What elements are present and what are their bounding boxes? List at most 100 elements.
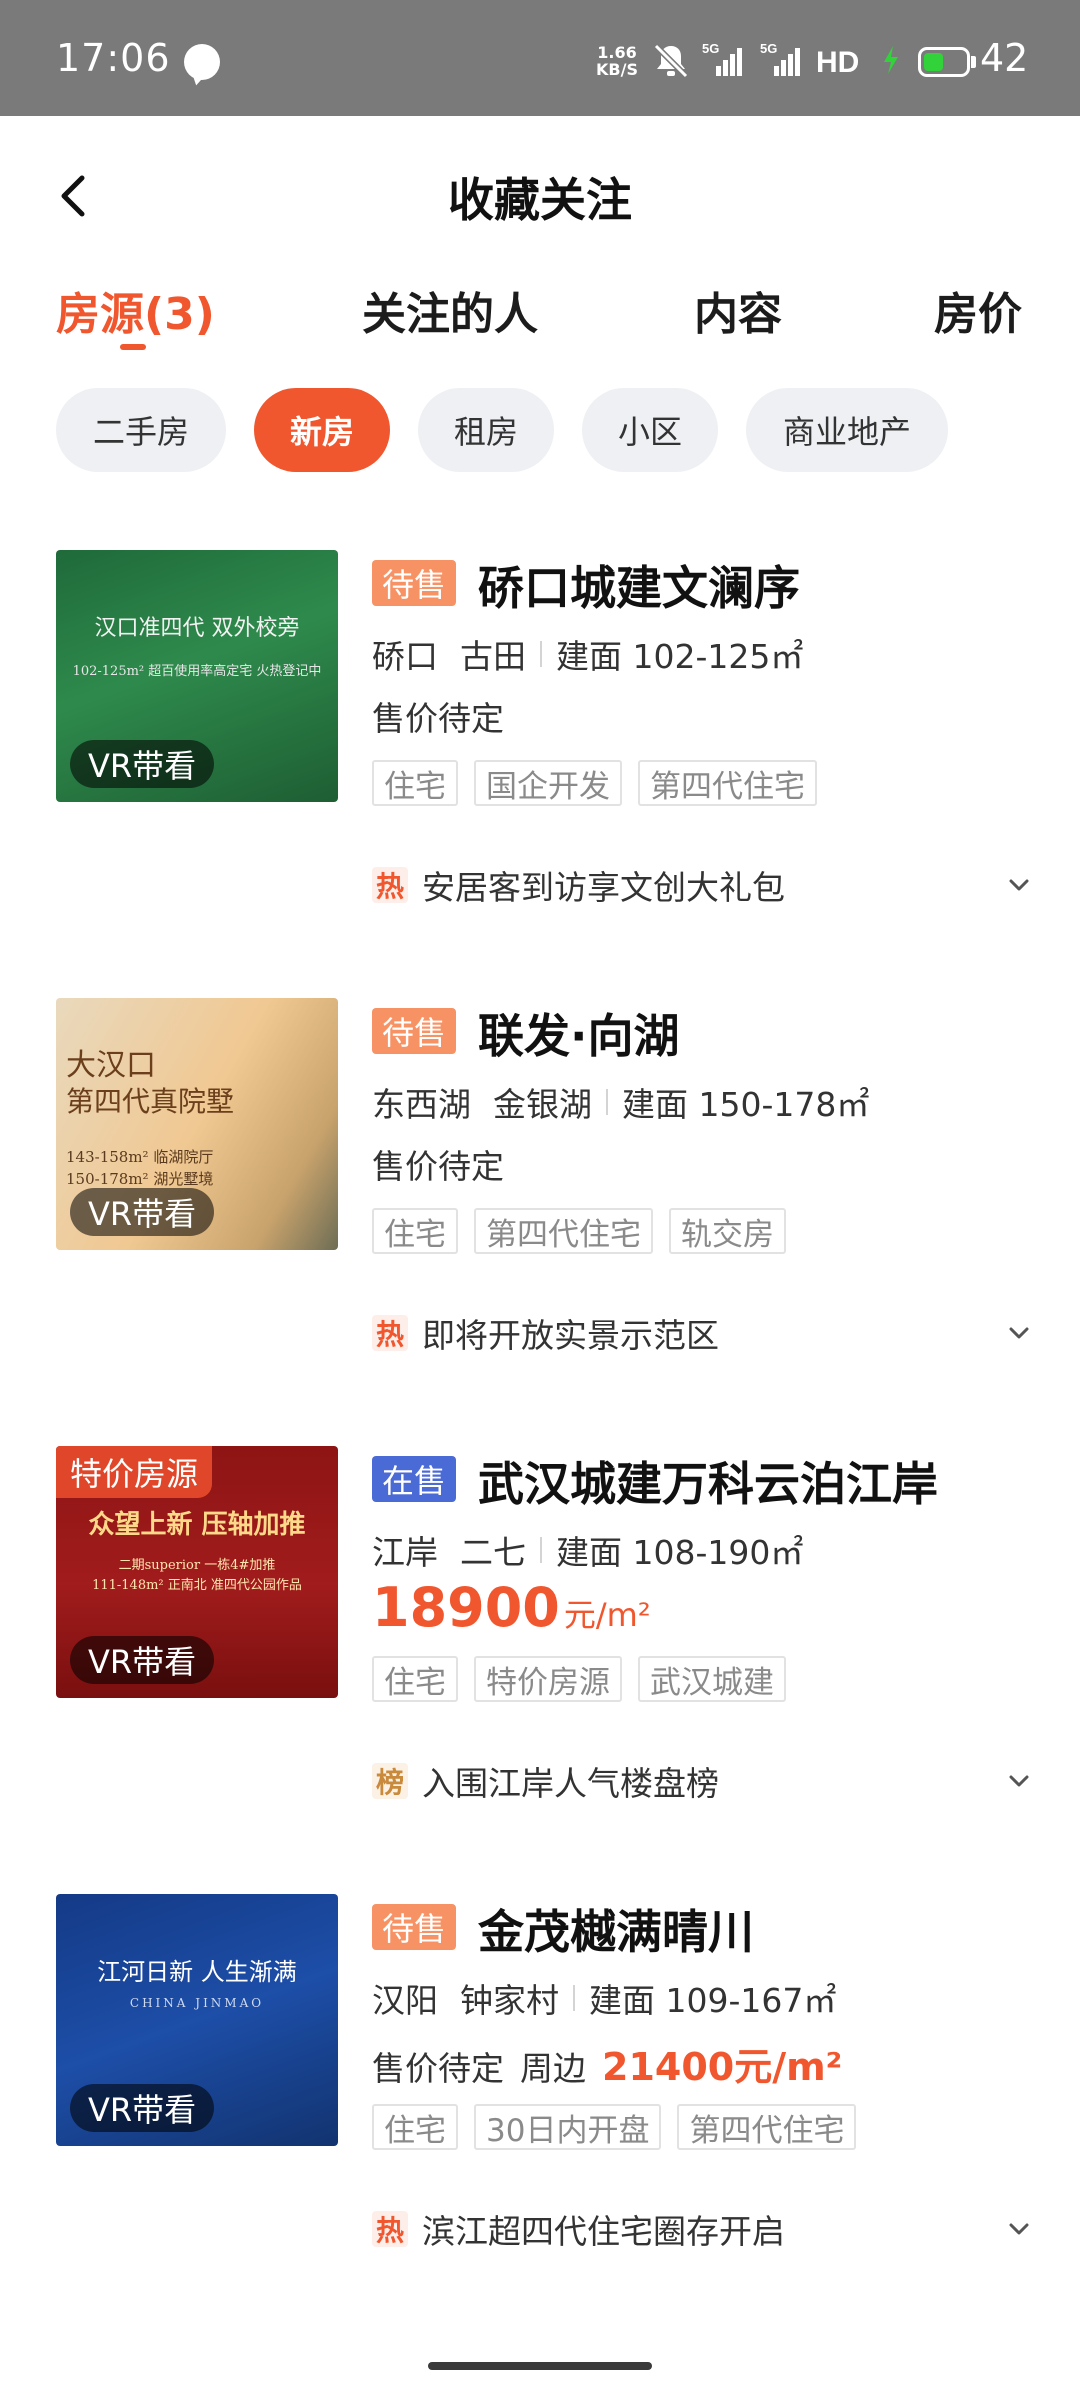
vr-tour-badge[interactable]: VR带看 [70,2084,215,2132]
image-caption: 汉口准四代 双外校旁 [94,616,300,641]
promotion-text: 安居客到访享文创大礼包 [422,868,785,907]
vr-tour-badge[interactable]: VR带看 [70,1188,215,1236]
tag: 国企开发 [474,760,622,806]
chevron-down-icon[interactable] [1006,1768,1032,1794]
status-badge: 在售 [372,1456,457,1502]
hot-icon: 热 [372,1315,408,1351]
signal-5g-label: 5G [702,41,719,56]
status-badge: 待售 [372,1008,457,1054]
tag: 特价房源 [474,1656,622,1702]
hot-icon: 热 [372,2211,408,2247]
tab-listings[interactable]: 房源(3) [56,278,215,342]
price-line: 售价待定 周边 21400元/m² [372,2036,842,2091]
listing-image[interactable]: 大汉口 第四代真院墅 143-158m² 临湖院厅 150-178m² 湖光墅境… [56,998,338,1250]
property-name[interactable]: 金茂樾满晴川 [478,1896,754,1962]
property-name[interactable]: 联发·向湖 [478,1000,679,1066]
chevron-down-icon[interactable] [1006,2216,1032,2242]
floor-area: 建面 102-125㎡ [556,637,804,676]
chevron-down-icon[interactable] [1006,872,1032,898]
filter-chip-new-home[interactable]: 新房 [254,388,390,472]
battery-tip [971,56,976,68]
promotion-text: 入围江岸人气楼盘榜 [422,1764,719,1803]
filter-chip-community[interactable]: 小区 [582,388,718,472]
listing-card[interactable]: 江河日新 人生渐满 CHINA JINMAO VR带看 待售 金茂樾满晴川 汉阳… [0,1894,1080,2342]
tab-house-price[interactable]: 房价 [934,278,1022,342]
hd-label: HD [816,46,859,79]
area: 钟家村 [460,1981,559,2020]
charging-bolt-icon [884,46,898,74]
tag: 第四代住宅 [638,760,817,806]
filter-chip-rental[interactable]: 租房 [418,388,554,472]
home-indicator[interactable] [428,2362,652,2370]
status-bar: 17:06 1.66 KB/S 5G 5G HD 42 [0,0,1080,116]
district: 硚口 [372,637,438,676]
price-line: 18900 元/m² [372,1576,651,1639]
listing-card[interactable]: 大汉口 第四代真院墅 143-158m² 临湖院厅 150-178m² 湖光墅境… [0,998,1080,1446]
image-subcaption: 102-125m² 超百使用率高定宅 火热登记中 [72,664,322,679]
promo-label: 特价房源 [56,1446,213,1498]
property-name[interactable]: 硚口城建文澜序 [478,552,800,618]
floor-area: 建面 150-178㎡ [622,1085,870,1124]
image-caption: 众望上新 压轴加推 [88,1510,306,1540]
filter-chip-commercial[interactable]: 商业地产 [746,388,948,472]
promotion-row[interactable]: 榜 入围江岸人气楼盘榜 [372,1756,1032,1806]
nearby-price: 21400元/m² [602,2045,843,2089]
price-line: 售价待定 [372,1140,504,1188]
price-line: 售价待定 [372,692,504,740]
status-time: 17:06 [56,36,171,80]
location-line: 江岸 二七 建面 108-190㎡ [372,1526,803,1574]
mute-icon [653,43,689,79]
promotion-row[interactable]: 热 安居客到访享文创大礼包 [372,860,1032,910]
floor-area: 建面 108-190㎡ [556,1533,804,1572]
tag-list: 住宅 特价房源 武汉城建 [372,1656,786,1702]
image-subcaption: 第四代真院墅 [66,1085,235,1118]
listing-image[interactable]: 汉口准四代 双外校旁 102-125m² 超百使用率高定宅 火热登记中 VR带看 [56,550,338,802]
district: 东西湖 [372,1085,471,1124]
image-detail: 150-178m² 湖光墅境 [66,1170,214,1188]
tag: 第四代住宅 [677,2104,857,2150]
active-tab-indicator [120,344,146,350]
promotion-row[interactable]: 热 即将开放实景示范区 [372,1308,1032,1358]
battery-icon [918,47,970,77]
price-value: 18900 [372,1576,560,1639]
tag: 住宅 [372,1656,458,1702]
floor-area: 建面 109-167㎡ [589,1981,837,2020]
page-title: 收藏关注 [448,173,632,227]
district: 汉阳 [372,1981,438,2020]
nearby-label: 周边 [520,2049,586,2088]
tab-followed-people[interactable]: 关注的人 [362,278,538,342]
message-notification-icon [184,44,220,80]
property-name[interactable]: 武汉城建万科云泊江岸 [478,1448,938,1514]
ranking-icon: 榜 [372,1763,408,1799]
tag: 住宅 [372,760,458,806]
listing-card[interactable]: 众望上新 压轴加推 二期superior 一栋4#加推 111-148m² 正南… [0,1446,1080,1894]
listing-card[interactable]: 汉口准四代 双外校旁 102-125m² 超百使用率高定宅 火热登记中 VR带看… [0,550,1080,998]
tag: 住宅 [372,1208,458,1254]
tag: 30日内开盘 [474,2104,662,2150]
promotion-text: 滨江超四代住宅圈存开启 [422,2212,785,2251]
tab-content[interactable]: 内容 [694,278,782,342]
area: 金银湖 [493,1085,592,1124]
chevron-down-icon[interactable] [1006,1320,1032,1346]
image-caption: 大汉口 [66,1048,156,1083]
vr-tour-badge[interactable]: VR带看 [70,740,215,788]
hd-icon: HD [816,46,859,79]
network-speed: 1.66 KB/S [596,44,638,78]
price-unit: 元/m² [563,1596,651,1634]
listing-image[interactable]: 众望上新 压轴加推 二期superior 一栋4#加推 111-148m² 正南… [56,1446,338,1698]
hot-icon: 热 [372,867,408,903]
listing-image[interactable]: 江河日新 人生渐满 CHINA JINMAO VR带看 [56,1894,338,2146]
tag: 轨交房 [669,1208,786,1254]
image-detail: 143-158m² 临湖院厅 [66,1148,214,1166]
promotion-text: 即将开放实景示范区 [422,1316,719,1355]
promotion-row[interactable]: 热 滨江超四代住宅圈存开启 [372,2204,1032,2254]
area: 古田 [460,637,526,676]
location-line: 东西湖 金银湖 建面 150-178㎡ [372,1078,869,1126]
image-subcaption: CHINA JINMAO [129,1996,265,2010]
tag: 武汉城建 [638,1656,786,1702]
price-status: 售价待定 [372,2049,504,2088]
filter-chip-second-hand[interactable]: 二手房 [56,388,226,472]
price-status: 售价待定 [372,1147,504,1186]
vr-tour-badge[interactable]: VR带看 [70,1636,215,1684]
area: 二七 [460,1533,526,1572]
